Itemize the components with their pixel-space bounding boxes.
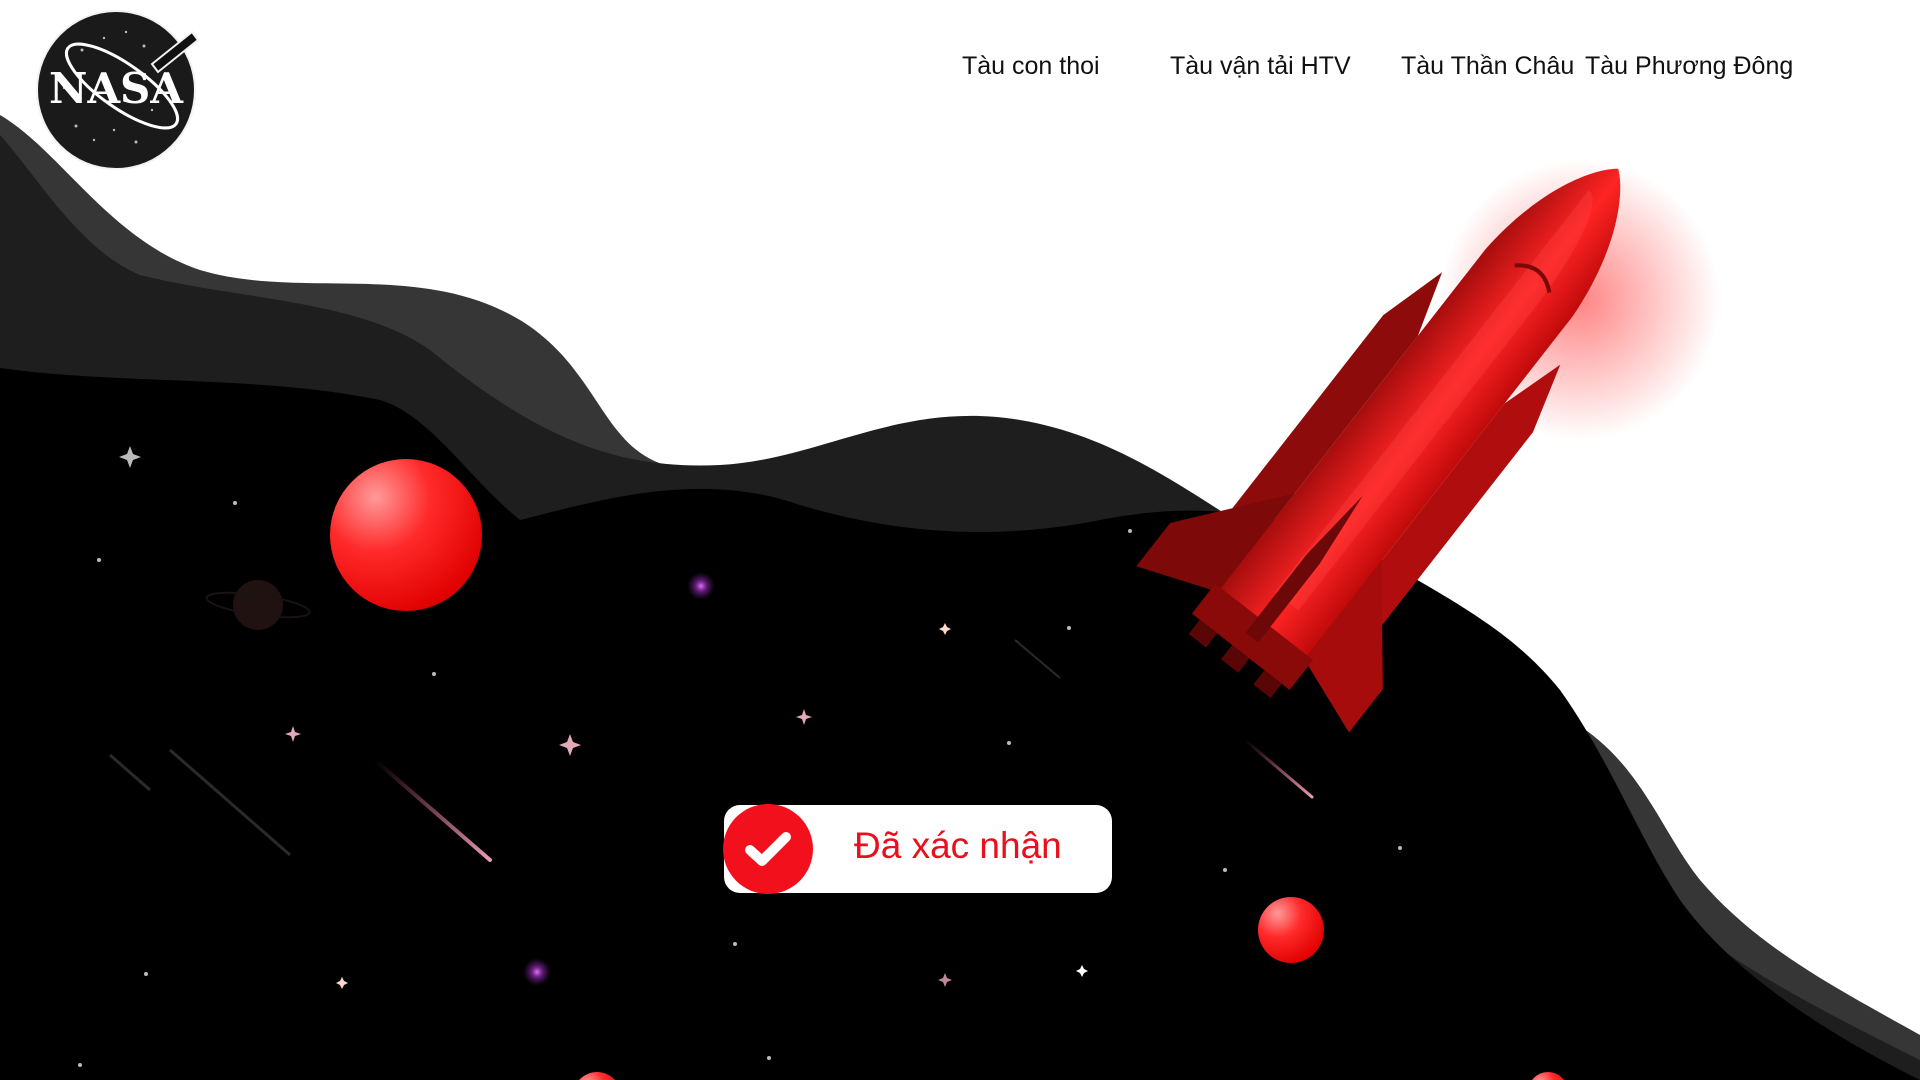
space-illustration [0,115,1920,1080]
main-nav: Tàu con thoi Tàu vận tải HTV Tàu Thần Ch… [0,52,1920,86]
nasa-logo[interactable]: NASA [34,10,214,176]
confirmed-status-button[interactable]: Đã xác nhận [723,804,1112,894]
planet-small [1258,897,1324,963]
nav-item-tau-van-tai-htv[interactable]: Tàu vận tải HTV [1170,52,1351,81]
nasa-meatball-logo-icon: NASA [36,10,200,170]
nav-item-tau-con-thoi[interactable]: Tàu con thoi [962,52,1100,81]
nav-item-tau-phuong-dong[interactable]: Tàu Phương Đông [1585,52,1793,81]
confirmed-status-label: Đã xác nhận [854,825,1062,866]
nav-item-tau-than-chau[interactable]: Tàu Thần Châu [1401,52,1574,81]
planet-large [330,459,482,611]
checkmark-icon [723,804,813,894]
